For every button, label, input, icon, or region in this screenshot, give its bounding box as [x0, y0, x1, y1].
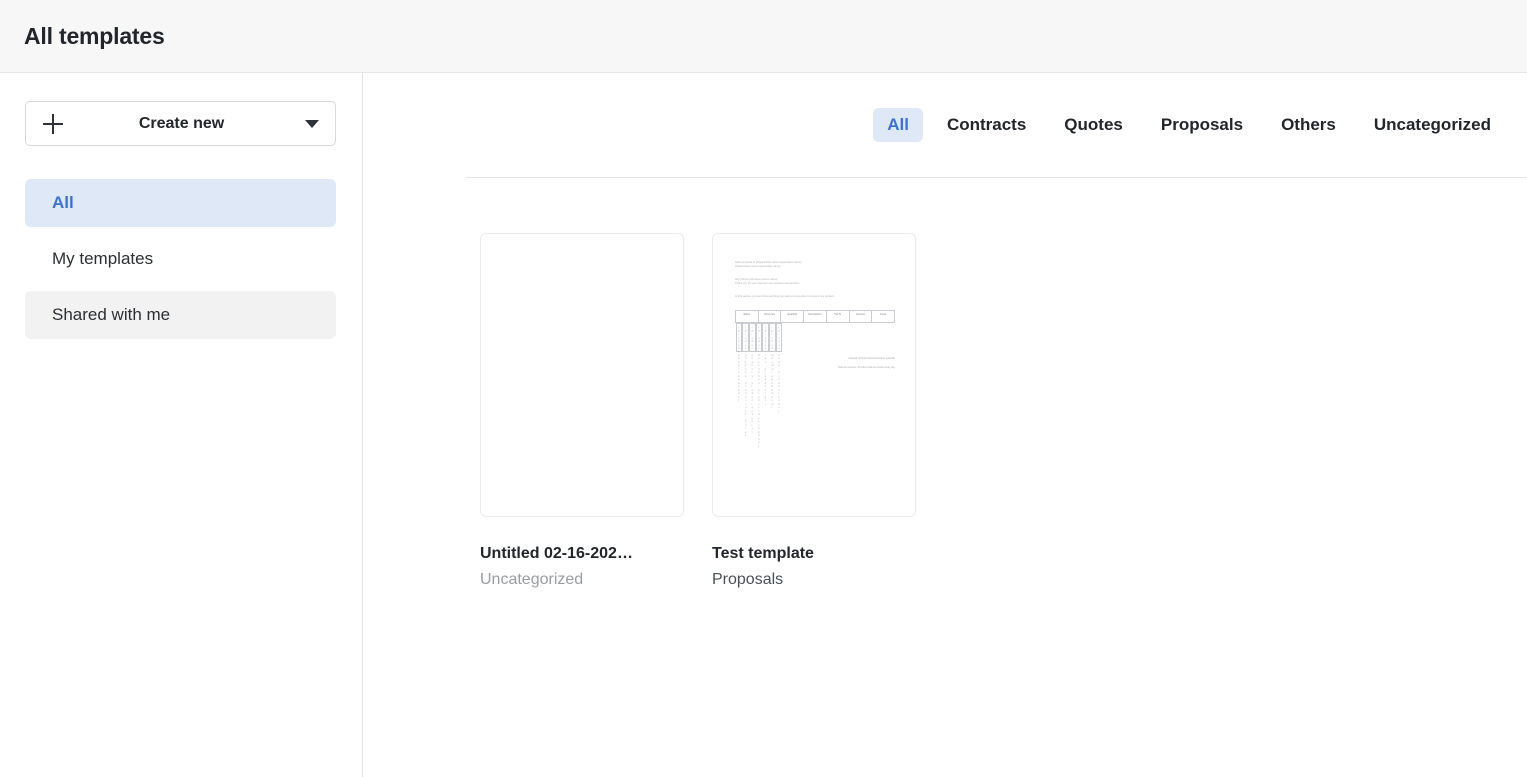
preview-table-header-cell: Quantity [780, 310, 805, 324]
create-new-button[interactable]: Create new [25, 101, 336, 146]
preview-table-cell: {Product unit price:product unit_price} [742, 323, 750, 437]
preview-table-cell: {Product tax:product tax} [762, 323, 769, 406]
sidebar-item-my-templates[interactable]: My templates [25, 235, 336, 283]
tab-label: Others [1281, 115, 1336, 134]
category-tabs: All Contracts Quotes Proposals Others Un… [873, 108, 1505, 142]
create-new-label: Create new [138, 114, 225, 132]
tab-label: All [887, 115, 909, 134]
template-card-grid: Untitled 02-16-202… Uncategorized Sales … [363, 178, 1527, 777]
template-card-category: Uncategorized [480, 571, 584, 588]
sidebar-item-all[interactable]: All [25, 179, 336, 227]
page-header: All templates [0, 0, 1527, 73]
preview-intro-line: In this section, you can find everything… [735, 295, 835, 299]
preview-greeting-line: Thank you for your interest in our produ… [735, 282, 800, 286]
tab-contracts[interactable]: Contracts [933, 108, 1040, 142]
sidebar-item-shared-with-me[interactable]: Shared with me [25, 291, 336, 339]
preview-table-header-cell: Description [803, 310, 827, 324]
tab-quotes[interactable]: Quotes [1050, 108, 1137, 142]
preview-table-cell: {Product description:product description… [755, 323, 763, 448]
template-gallery-app: All templates Create new All My template… [0, 0, 1527, 777]
chevron-down-icon[interactable] [305, 119, 319, 128]
template-card[interactable]: Untitled 02-16-202… Uncategorized [480, 233, 684, 589]
plus-icon [42, 113, 64, 135]
preview-table-row: {Product name:product name} {Product uni… [735, 323, 783, 448]
preview-table-header-cell: Unit price [757, 310, 782, 324]
tab-label: Contracts [946, 115, 1027, 134]
sidebar: Create new All My templates Shared with … [0, 73, 363, 777]
document-preview: Sales proposal to {Organization name:org… [713, 234, 915, 516]
sidebar-item-label: All [52, 193, 74, 212]
tab-label: Uncategorized [1373, 115, 1491, 134]
preview-table-cell: {Product amount:product amount} [768, 323, 776, 409]
template-card[interactable]: Sales proposal to {Organization name:org… [712, 233, 916, 589]
preview-table-header-cell: Tax % [825, 310, 850, 324]
preview-greeting-block: Hey {Person full name:person name}, Than… [735, 278, 895, 286]
preview-table-header-cell: Code [871, 310, 895, 324]
tab-label: Quotes [1064, 115, 1123, 134]
preview-table-cell: {Product code:product code} [775, 323, 783, 413]
template-card-category: Proposals [712, 571, 784, 588]
sidebar-item-label: My templates [52, 249, 154, 268]
preview-table-header-row: Name Unit price Quantity Description Tax… [735, 310, 895, 324]
preview-heading-line: {Organization name:organization name} [735, 265, 781, 269]
preview-product-table: Name Unit price Quantity Description Tax… [735, 310, 895, 448]
preview-table-header-cell: Name [735, 310, 759, 324]
page-title: All templates [24, 22, 165, 49]
sidebar-item-label: Shared with me [52, 305, 171, 324]
preview-heading-block: Sales proposal to {Organization name:org… [735, 261, 895, 269]
template-card-title: Untitled 02-16-202… [480, 545, 633, 562]
template-card-title: Test template [712, 545, 814, 562]
category-tabs-row: All Contracts Quotes Proposals Others Un… [363, 73, 1527, 177]
tab-label: Proposals [1160, 115, 1244, 134]
tab-proposals[interactable]: Proposals [1147, 108, 1257, 142]
body-split: Create new All My templates Shared with … [0, 73, 1527, 777]
preview-intro-block: In this section, you can find everything… [735, 295, 895, 299]
template-thumbnail-blank[interactable] [480, 233, 684, 517]
tab-all[interactable]: All [873, 108, 923, 142]
template-thumbnail-proposal[interactable]: Sales proposal to {Organization name:org… [712, 233, 916, 517]
preview-table-cell: {Product quantity:product quantity} [749, 323, 756, 434]
sidebar-nav-list: All My templates Shared with me [25, 179, 337, 339]
preview-table-header-cell: Amount [848, 310, 873, 324]
tab-uncategorized[interactable]: Uncategorized [1360, 108, 1505, 142]
tab-others[interactable]: Others [1267, 108, 1350, 142]
preview-table-cell: {Product name:product name} [735, 323, 743, 402]
main-content: All Contracts Quotes Proposals Others Un… [363, 73, 1527, 777]
